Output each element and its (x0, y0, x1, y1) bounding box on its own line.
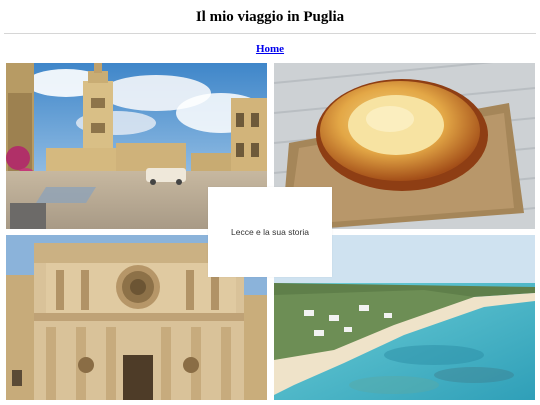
header-divider (4, 33, 536, 34)
page-title: Il mio viaggio in Puglia (195, 9, 345, 25)
home-link[interactable]: Home (256, 43, 284, 55)
gallery-caption: Lecce e la sua storia (231, 227, 309, 237)
nav-bar: Home (0, 42, 540, 56)
gallery-caption-box: Lecce e la sua storia (208, 187, 332, 277)
